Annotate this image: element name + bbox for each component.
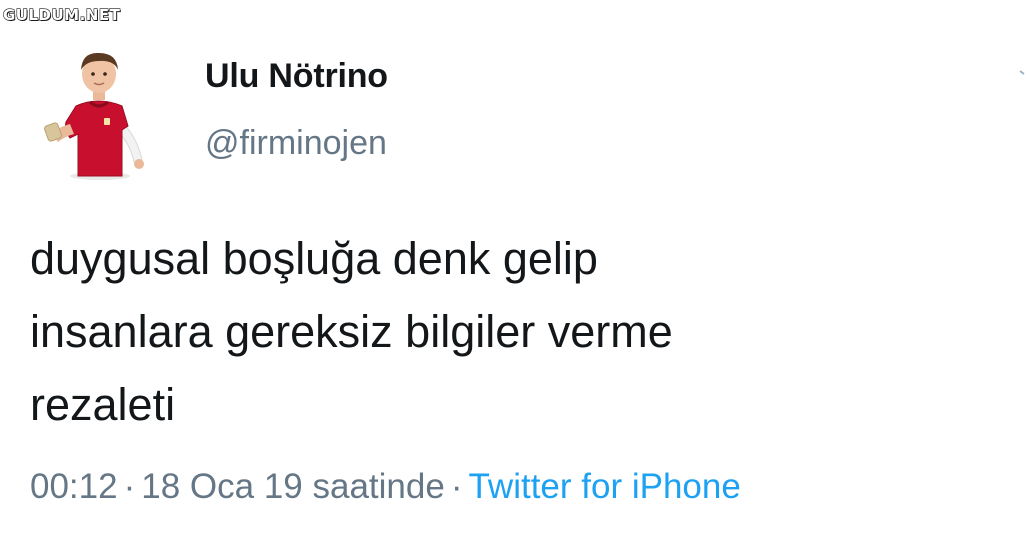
display-name[interactable]: Ulu Nötrino [205,57,388,96]
tweet-text-line: insanlara gereksiz bilgiler verme [30,306,673,357]
avatar[interactable] [42,44,154,184]
tweet-source-link[interactable]: Twitter for iPhone [468,467,740,506]
tweet-meta: 00:12 · 18 Oca 19 saatinde · Twitter for iPh… [30,467,741,507]
meta-separator: · [123,467,136,506]
tweet-time[interactable]: 00:12 [30,467,118,506]
watermark: GULDUM.NET [2,5,121,24]
tweet-text-line: duygusal boşluğa denk gelip [30,233,598,284]
tweet-text: duygusal boşluğa denk gelip insanlara ge… [30,222,990,441]
avatar-image [44,52,144,180]
tweet-date[interactable]: 18 Oca 19 saatinde [141,467,445,506]
tweet-text-line: rezaleti [30,379,176,430]
user-handle[interactable]: @firminojen [205,124,387,163]
chevron-down-icon[interactable] [1018,68,1028,78]
meta-separator: · [450,467,463,506]
